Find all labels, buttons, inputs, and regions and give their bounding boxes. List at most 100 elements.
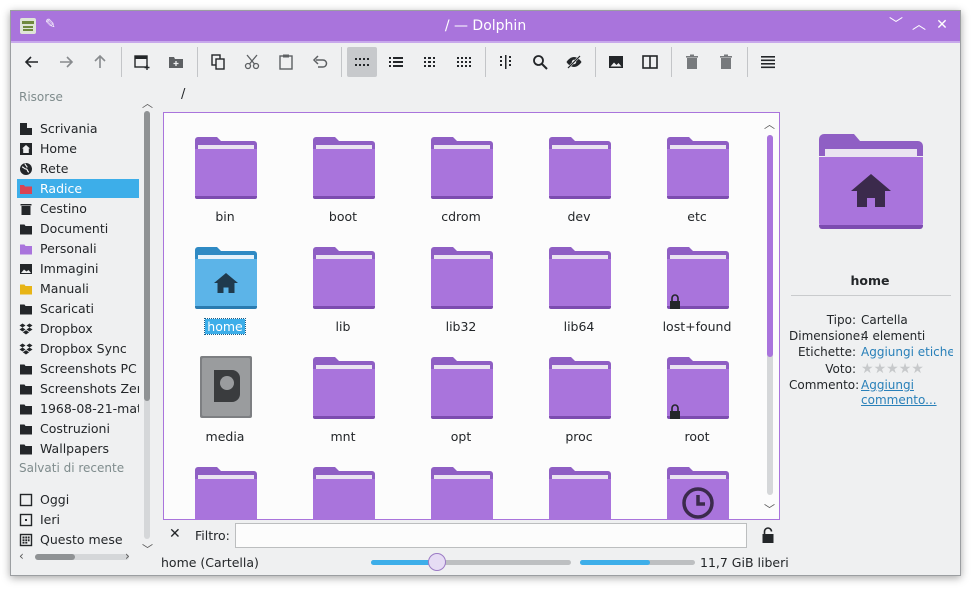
delete-button[interactable] xyxy=(711,47,741,77)
star-icon[interactable]: ★ xyxy=(911,362,924,376)
filter-input[interactable] xyxy=(235,523,747,548)
file-item-label: proc xyxy=(565,429,593,444)
info-link[interactable]: Aggiungi etichette xyxy=(861,345,953,360)
view-scroll-down-icon[interactable]: ﹀ xyxy=(764,501,775,517)
zoom-slider-handle[interactable] xyxy=(428,553,446,571)
view-scrollbar-thumb[interactable] xyxy=(767,135,773,357)
menu-button[interactable] xyxy=(753,47,783,77)
file-item[interactable]: dev xyxy=(524,121,634,224)
find-button[interactable] xyxy=(525,47,555,77)
star-icon[interactable]: ★ xyxy=(899,362,912,376)
file-item[interactable] xyxy=(170,451,280,519)
file-item[interactable] xyxy=(406,451,516,519)
file-item[interactable] xyxy=(288,451,398,519)
folder-icon xyxy=(19,222,33,236)
file-item[interactable]: boot xyxy=(288,121,398,224)
back-button[interactable] xyxy=(17,47,47,77)
file-item[interactable]: lib32 xyxy=(406,231,516,334)
toolbar-separator xyxy=(485,47,486,77)
file-item[interactable]: mnt xyxy=(288,341,398,444)
sidebar-item-personali[interactable]: Personali xyxy=(17,239,139,258)
new-folder-icon xyxy=(169,57,183,68)
maximize-button[interactable]: ︿ xyxy=(910,16,928,34)
file-item[interactable]: lib64 xyxy=(524,231,634,334)
lock-icon[interactable] xyxy=(760,526,776,544)
folder-icon xyxy=(312,465,376,519)
file-item-label: home xyxy=(204,318,246,335)
new-window-button[interactable] xyxy=(127,47,157,77)
sidebar-item-costruzioni[interactable]: Costruzioni xyxy=(17,419,139,438)
file-item[interactable] xyxy=(524,451,634,519)
sidebar-item-scrivania[interactable]: Scrivania xyxy=(17,119,139,138)
sidebar-item-scaricati[interactable]: Scaricati xyxy=(17,299,139,318)
sidebar-item-immagini[interactable]: Immagini xyxy=(17,259,139,278)
sidebar-item-rete[interactable]: Rete xyxy=(17,159,139,178)
copy-button[interactable] xyxy=(203,47,233,77)
icons-view-button[interactable] xyxy=(347,47,377,77)
cut-button[interactable] xyxy=(237,47,267,77)
paste-button[interactable] xyxy=(271,47,301,77)
split-columns-button[interactable] xyxy=(491,47,521,77)
sidebar-item-wallpapers[interactable]: Wallpapers xyxy=(17,439,139,458)
file-item[interactable]: etc xyxy=(642,121,752,224)
star-icon[interactable]: ★ xyxy=(886,362,899,376)
details-view-button[interactable] xyxy=(415,47,445,77)
title-bar[interactable]: ✎ / — Dolphin ﹀ ︿ ✕ xyxy=(11,11,960,43)
file-item[interactable]: root xyxy=(642,341,752,444)
sidebar-item-documenti[interactable]: Documenti xyxy=(17,219,139,238)
new-folder-button[interactable] xyxy=(161,47,191,77)
sidebar-item-screenshots-zenf[interactable]: Screenshots Zenf xyxy=(17,379,139,398)
preview-button[interactable] xyxy=(601,47,631,77)
filter-close-button[interactable]: ✕ xyxy=(169,526,181,542)
hidden-files-button[interactable] xyxy=(559,47,589,77)
folder-icon xyxy=(19,422,33,436)
file-view[interactable]: bin boot cdrom dev etc home lib lib32 li… xyxy=(163,112,780,520)
file-item[interactable]: lib xyxy=(288,231,398,334)
sidebar-item-dropbox[interactable]: Dropbox xyxy=(17,319,139,338)
sidebar-item-label: Cestino xyxy=(40,201,87,216)
file-item[interactable]: media xyxy=(170,341,280,444)
file-item[interactable]: home xyxy=(170,231,280,335)
up-button[interactable] xyxy=(85,47,115,77)
info-link[interactable]: Aggiungi commento... xyxy=(861,378,953,408)
sidebar-item-cestino[interactable]: Cestino xyxy=(17,199,139,218)
close-button[interactable]: ✕ xyxy=(933,16,951,34)
scroll-up-icon[interactable]: ︿ xyxy=(142,95,153,111)
sidebar-item-label: Rete xyxy=(40,161,69,176)
sidebar-item-manuali[interactable]: Manuali xyxy=(17,279,139,298)
recent-item-oggi[interactable]: Oggi xyxy=(17,490,139,509)
file-item[interactable]: proc xyxy=(524,341,634,444)
sidebar-scrollbar-thumb[interactable] xyxy=(144,111,150,401)
folder-icon xyxy=(430,245,494,309)
view-scroll-up-icon[interactable]: ︿ xyxy=(764,116,775,132)
toolbar-separator xyxy=(197,47,198,77)
move-to-trash-button[interactable] xyxy=(677,47,707,77)
file-item[interactable]: opt xyxy=(406,341,516,444)
recent-item-questo-mese[interactable]: Questo mese xyxy=(17,530,139,549)
tiles-view-button[interactable] xyxy=(449,47,479,77)
sidebar-item-dropbox-sync[interactable]: Dropbox Sync xyxy=(17,339,139,358)
file-item[interactable]: bin xyxy=(170,121,280,224)
file-item[interactable]: lost+found xyxy=(642,231,752,334)
folder-icon xyxy=(312,245,376,309)
rating-stars[interactable]: ★★★★★ xyxy=(861,362,953,377)
sidebar-item-home[interactable]: Home xyxy=(17,139,139,158)
file-item[interactable] xyxy=(642,451,752,519)
file-item[interactable]: cdrom xyxy=(406,121,516,224)
sidebar-item-radice[interactable]: Radice xyxy=(17,179,139,198)
filter-bar: ✕ Filtro: xyxy=(163,523,780,549)
compact-view-button[interactable] xyxy=(381,47,411,77)
star-icon[interactable]: ★ xyxy=(861,362,874,376)
recent-item-ieri[interactable]: Ieri xyxy=(17,510,139,529)
forward-button[interactable] xyxy=(51,47,81,77)
split-view-button[interactable] xyxy=(635,47,665,77)
star-icon[interactable]: ★ xyxy=(874,362,887,376)
undo-button[interactable] xyxy=(305,47,335,77)
info-value: 4 elementi xyxy=(861,329,926,343)
folder-icon xyxy=(548,465,612,519)
sidebar-item-screenshots-pc[interactable]: Screenshots PC xyxy=(17,359,139,378)
minimize-button[interactable]: ﹀ xyxy=(887,16,905,34)
toolbar-separator xyxy=(671,47,672,77)
sidebar-item-1968-08-21-matri[interactable]: 1968-08-21-matri xyxy=(17,399,139,418)
location-breadcrumb[interactable]: / xyxy=(181,87,185,102)
